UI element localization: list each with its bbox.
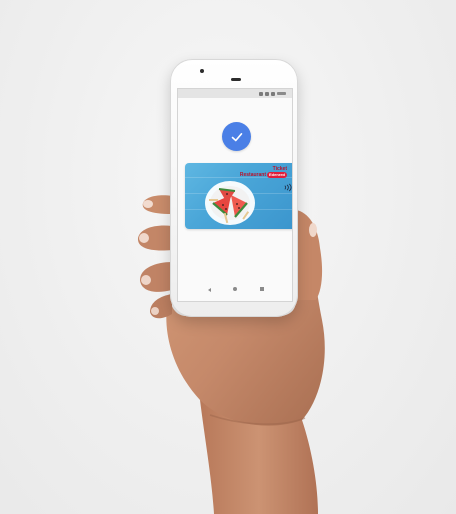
card-brand-logo: Ticket Restaurant Edenred [240, 167, 287, 178]
watermelon-plate-artwork [205, 181, 255, 225]
earpiece-speaker [231, 78, 241, 81]
card-brand-badge: Edenred [266, 172, 287, 178]
meal-voucher-card[interactable]: Ticket Restaurant Edenred [185, 163, 292, 229]
photo-scene: Ticket Restaurant Edenred [0, 0, 456, 514]
android-nav-bar [178, 285, 292, 295]
check-icon [231, 132, 242, 141]
card-brand-line-2: Restaurant Edenred [240, 172, 287, 178]
card-brand-line-2-text: Restaurant [239, 172, 266, 178]
back-button[interactable] [208, 288, 211, 292]
wifi-icon [265, 91, 269, 96]
battery-icon [271, 91, 275, 96]
status-icons [259, 91, 286, 96]
nail-thumb [309, 223, 317, 237]
signal-icon [259, 91, 263, 96]
payment-success-badge [222, 122, 251, 151]
nail-2 [139, 233, 149, 243]
smartphone: Ticket Restaurant Edenred [170, 59, 298, 317]
home-button[interactable] [233, 287, 237, 291]
nail-1 [143, 200, 153, 208]
front-camera [200, 69, 204, 73]
phone-screen: Ticket Restaurant Edenred [177, 88, 293, 302]
finger-4 [150, 294, 172, 319]
nail-4 [151, 307, 159, 315]
nail-3 [141, 275, 151, 285]
thumb [296, 210, 323, 300]
status-bar [178, 89, 292, 98]
status-time-indicator [277, 92, 286, 95]
nfc-icon [284, 183, 292, 192]
recents-button[interactable] [260, 287, 264, 291]
